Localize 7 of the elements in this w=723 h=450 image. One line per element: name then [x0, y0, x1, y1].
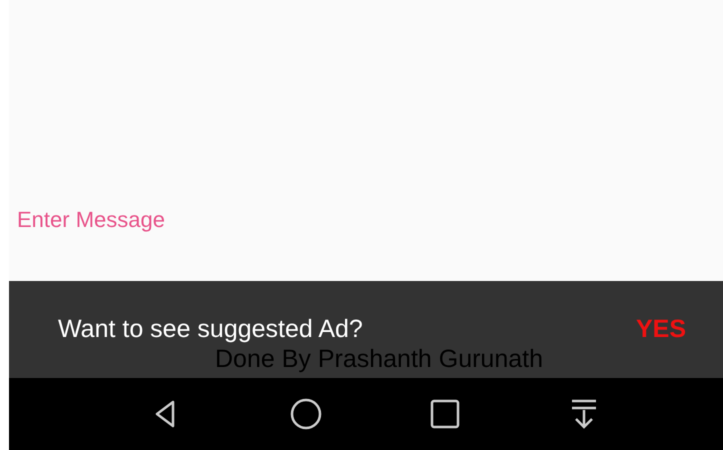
snackbar-message: Want to see suggested Ad?: [58, 315, 363, 344]
yes-button[interactable]: YES: [636, 315, 686, 344]
message-field[interactable]: Enter Message: [17, 207, 417, 233]
recents-button[interactable]: [429, 398, 461, 430]
square-icon: [429, 398, 461, 430]
home-button[interactable]: [290, 398, 322, 430]
home-icon: [290, 398, 322, 430]
